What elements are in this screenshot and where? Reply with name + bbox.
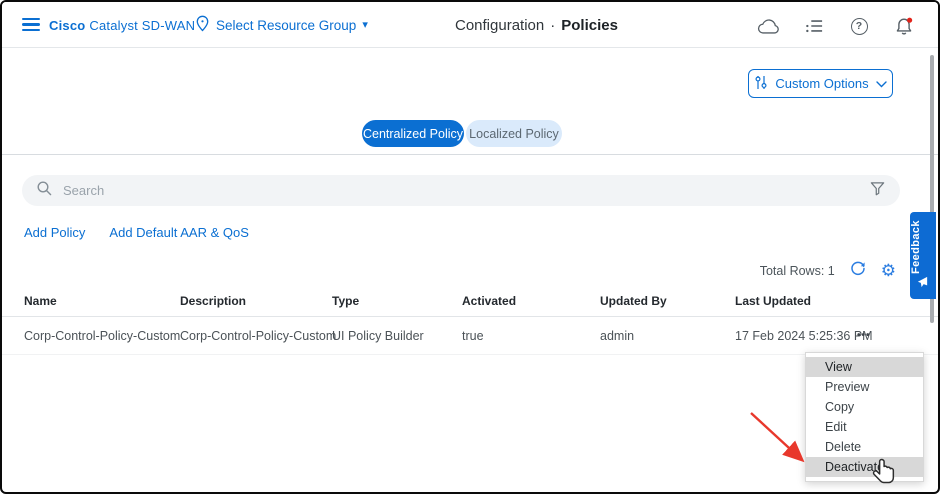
total-rows-label: Total Rows: xyxy=(759,263,825,278)
cell-description: Corp-Control-Policy-Custom xyxy=(180,329,337,343)
column-header-updated-by[interactable]: Updated By xyxy=(600,294,667,308)
custom-options-label: Custom Options xyxy=(775,76,869,91)
help-icon[interactable]: ? xyxy=(847,14,871,38)
cloud-icon[interactable] xyxy=(757,14,781,38)
resource-group-label: Select Resource Group xyxy=(216,17,357,33)
caret-down-icon: ▾ xyxy=(362,18,368,31)
total-rows-text: Total Rows: 1 xyxy=(760,264,835,278)
column-header-name[interactable]: Name xyxy=(24,294,57,308)
filter-funnel-icon[interactable] xyxy=(869,180,886,202)
search-bar[interactable] xyxy=(22,175,900,206)
action-links: Add Policy Add Default AAR & QoS xyxy=(24,225,249,240)
brand-product: Catalyst SD-WAN xyxy=(89,18,196,33)
cell-updated-by: admin xyxy=(600,329,635,343)
sliders-icon xyxy=(754,75,768,93)
feedback-label: Feedback xyxy=(910,220,922,274)
custom-options-button[interactable]: Custom Options xyxy=(748,69,893,98)
cell-last-updated: 17 Feb 2024 5:25:36 PM xyxy=(735,329,873,343)
column-header-activated[interactable]: Activated xyxy=(462,294,516,308)
table-header-row: Name Description Type Activated Updated … xyxy=(2,294,938,317)
top-navigation-bar: Cisco Catalyst SD-WAN Select Resource Gro… xyxy=(2,2,938,48)
menu-item-view[interactable]: View xyxy=(806,357,923,377)
search-icon xyxy=(36,180,53,202)
cell-activated: true xyxy=(462,329,484,343)
location-pin-icon xyxy=(195,15,210,35)
app-window: Cisco Catalyst SD-WAN Select Resource Gro… xyxy=(0,0,940,494)
menu-item-delete[interactable]: Delete xyxy=(806,437,923,457)
search-input[interactable] xyxy=(63,183,869,198)
refresh-icon[interactable] xyxy=(849,259,867,282)
feedback-tab[interactable]: Feedback xyxy=(910,212,936,299)
task-list-icon[interactable] xyxy=(802,14,826,38)
menu-item-deactivate[interactable]: Deactivate xyxy=(806,457,923,477)
chevron-down-icon xyxy=(875,76,887,91)
column-header-type[interactable]: Type xyxy=(332,294,359,308)
page-title-separator: · xyxy=(550,17,556,34)
tab-localized-policy[interactable]: Localized Policy xyxy=(466,120,562,147)
help-glyph: ? xyxy=(850,17,868,35)
table-toolbar: Total Rows: 1 ⚙ xyxy=(760,259,896,282)
resource-group-selector[interactable]: Select Resource Group ▾ xyxy=(195,15,368,35)
add-default-aar-qos-link[interactable]: Add Default AAR & QoS xyxy=(109,225,248,240)
row-actions-ellipsis-button[interactable]: ••• xyxy=(857,317,871,355)
page-title-section: Configuration xyxy=(455,17,545,34)
brand-cisco: Cisco xyxy=(49,18,86,33)
section-divider xyxy=(2,154,938,155)
tab-centralized-policy[interactable]: Centralized Policy xyxy=(362,120,464,147)
menu-item-edit[interactable]: Edit xyxy=(806,417,923,437)
topbar-icon-group: ? xyxy=(757,14,916,38)
brand-logo: Cisco Catalyst SD-WAN xyxy=(49,18,195,33)
row-actions-context-menu: View Preview Copy Edit Delete Deactivate xyxy=(805,352,924,482)
total-rows-value: 1 xyxy=(827,263,835,278)
notifications-bell-icon[interactable] xyxy=(892,14,916,38)
column-header-description[interactable]: Description xyxy=(180,294,246,308)
hamburger-menu-icon[interactable] xyxy=(22,18,40,32)
add-policy-link[interactable]: Add Policy xyxy=(24,225,85,240)
table-settings-gear-icon[interactable]: ⚙ xyxy=(881,262,896,279)
cell-type: UI Policy Builder xyxy=(332,329,424,343)
cell-name: Corp-Control-Policy-Custom xyxy=(24,329,181,343)
page-title-page: Policies xyxy=(561,17,618,34)
page-title: Configuration · Policies xyxy=(455,17,618,34)
menu-item-preview[interactable]: Preview xyxy=(806,377,923,397)
menu-item-copy[interactable]: Copy xyxy=(806,397,923,417)
megaphone-icon xyxy=(916,276,929,294)
table-row[interactable]: Corp-Control-Policy-Custom Corp-Control-… xyxy=(2,317,938,355)
column-header-last-updated[interactable]: Last Updated xyxy=(735,294,811,308)
